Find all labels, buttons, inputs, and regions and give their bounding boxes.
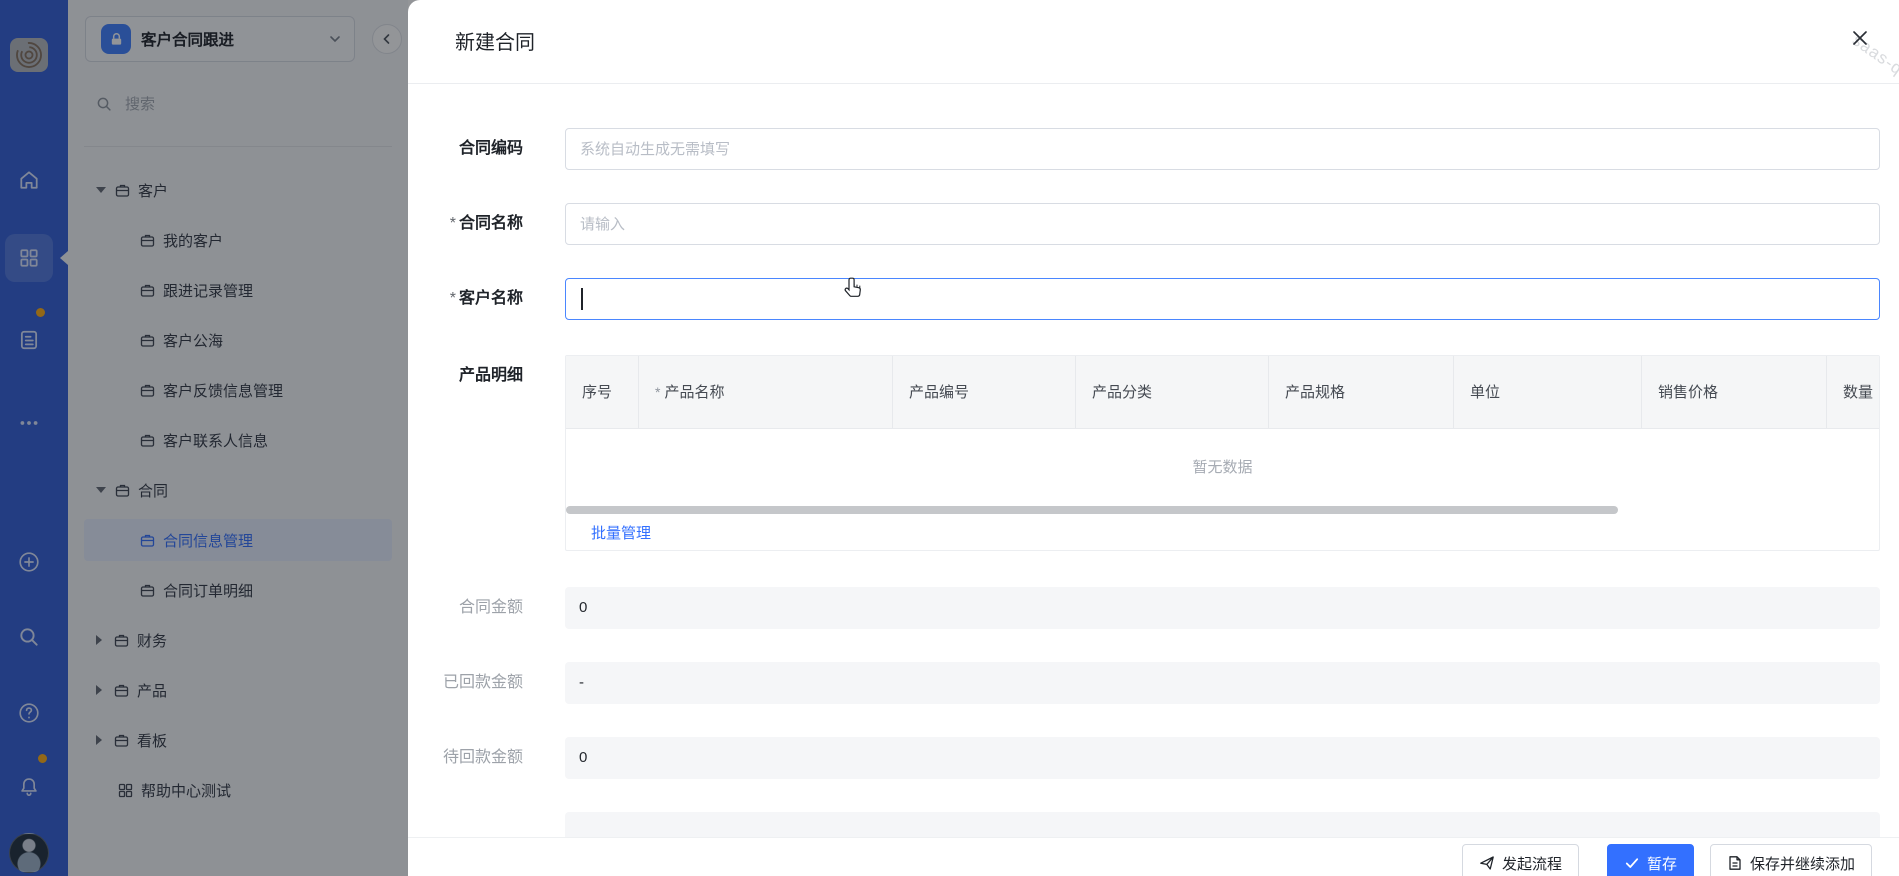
form-row-contract-code: 合同编码 bbox=[428, 128, 1880, 170]
save-draft-button[interactable]: 暂存 bbox=[1607, 844, 1694, 876]
batch-manage-link[interactable]: 批量管理 bbox=[591, 522, 651, 543]
product-detail-label: 产品明细 bbox=[428, 355, 523, 397]
pending-amount-value: 0 bbox=[565, 737, 1880, 779]
drawer-header: 新建合同 bbox=[408, 0, 1899, 84]
col-seq: 序号 bbox=[566, 356, 639, 428]
form-row-received-amount: 已回款金额 - bbox=[428, 662, 1880, 704]
app-screen: 客户合同跟进 搜索 客户 我的客户 bbox=[0, 0, 1899, 876]
save-and-continue-label: 保存并继续添加 bbox=[1750, 853, 1855, 874]
required-marker: * bbox=[450, 290, 456, 307]
customer-name-input[interactable] bbox=[565, 278, 1880, 320]
file-icon bbox=[1727, 855, 1743, 871]
check-icon bbox=[1624, 855, 1640, 871]
save-and-continue-button[interactable]: 保存并继续添加 bbox=[1710, 844, 1872, 876]
start-flow-button[interactable]: 发起流程 bbox=[1462, 844, 1579, 876]
drawer-footer: 发起流程 暂存 保存并继续添加 bbox=[408, 837, 1899, 876]
col-product-code: 产品编号 bbox=[893, 356, 1076, 428]
form-row-contract-name: *合同名称 bbox=[428, 203, 1880, 245]
contract-name-input[interactable] bbox=[565, 203, 1880, 245]
pending-amount-label: 待回款金额 bbox=[428, 737, 523, 779]
customer-name-label: *客户名称 bbox=[428, 278, 523, 320]
col-unit: 单位 bbox=[1454, 356, 1642, 428]
required-marker: * bbox=[655, 384, 660, 400]
drawer-title: 新建合同 bbox=[455, 26, 535, 55]
received-amount-value: - bbox=[565, 662, 1880, 704]
col-sale-price: 销售价格 bbox=[1642, 356, 1827, 428]
horizontal-scrollbar[interactable] bbox=[566, 506, 1879, 514]
empty-state-text: 暂无数据 bbox=[566, 429, 1879, 506]
form-row-customer-name: *客户名称 bbox=[428, 278, 1880, 320]
contract-amount-value: 0 bbox=[565, 587, 1880, 629]
col-quantity: 数量 bbox=[1827, 356, 1879, 428]
col-product-name: *产品名称 bbox=[639, 356, 893, 428]
received-amount-label: 已回款金额 bbox=[428, 662, 523, 704]
scrollbar-thumb[interactable] bbox=[566, 506, 1618, 514]
send-icon bbox=[1479, 855, 1495, 871]
contract-code-label: 合同编码 bbox=[428, 128, 523, 170]
text-caret bbox=[581, 288, 583, 310]
form-row-contract-amount: 合同金额 0 bbox=[428, 587, 1880, 629]
start-flow-label: 发起流程 bbox=[1502, 853, 1562, 874]
form-row-pending-amount: 待回款金额 0 bbox=[428, 737, 1880, 779]
next-field-partial bbox=[565, 812, 1880, 837]
product-table: 序号 *产品名称 产品编号 产品分类 产品规格 单位 销售价格 数量 暂无数据 … bbox=[565, 355, 1880, 551]
product-table-header: 序号 *产品名称 产品编号 产品分类 产品规格 单位 销售价格 数量 bbox=[566, 356, 1879, 429]
batch-manage-row: 批量管理 bbox=[566, 514, 1879, 550]
contract-name-label: *合同名称 bbox=[428, 203, 523, 245]
col-product-category: 产品分类 bbox=[1076, 356, 1269, 428]
contract-amount-label: 合同金额 bbox=[428, 587, 523, 629]
save-draft-label: 暂存 bbox=[1647, 853, 1677, 874]
close-icon[interactable] bbox=[1850, 28, 1870, 48]
contract-code-input[interactable] bbox=[565, 128, 1880, 170]
col-product-spec: 产品规格 bbox=[1269, 356, 1454, 428]
required-marker: * bbox=[450, 215, 456, 232]
new-contract-drawer: saas-qa 新建合同 合同编码 *合同名称 *客户名称 产品明细 bbox=[408, 0, 1899, 876]
